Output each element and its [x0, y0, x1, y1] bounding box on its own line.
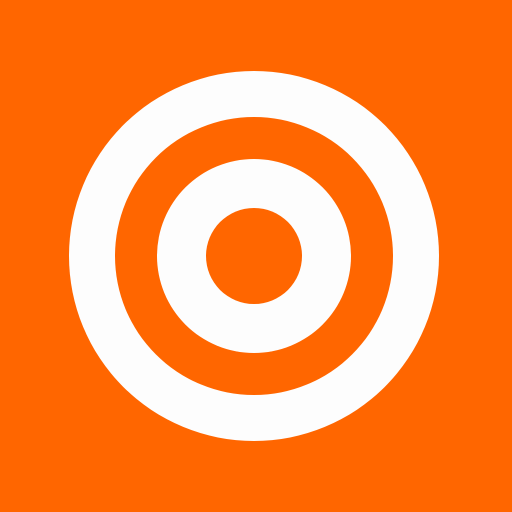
- target-rings-icon: [0, 0, 512, 512]
- center-dot: [206, 208, 302, 304]
- app-icon-tile: [0, 0, 512, 512]
